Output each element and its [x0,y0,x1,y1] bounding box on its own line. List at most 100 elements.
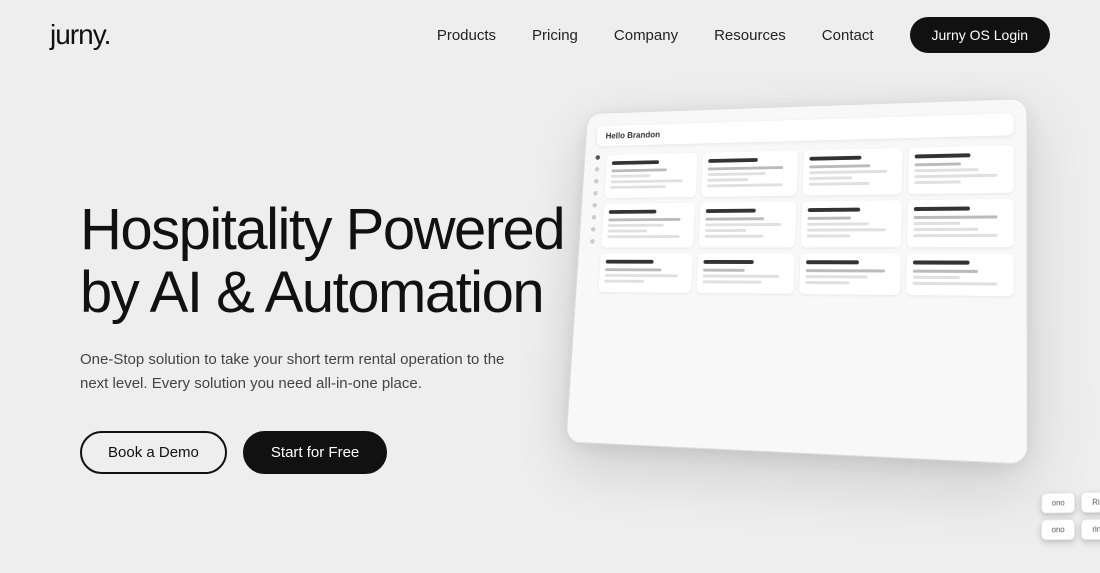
card-line [913,282,997,286]
card-line [806,234,850,237]
card-line [807,222,869,225]
smart-key: ono [1041,519,1075,540]
nav-dot [593,191,598,196]
nav-dot [595,155,600,160]
card-line [808,182,869,186]
nav-pricing[interactable]: Pricing [532,27,578,44]
card-title [612,160,660,165]
card-title [914,206,969,211]
dashboard-card [908,145,1013,194]
nav-contact[interactable]: Contact [822,27,874,44]
card-title [806,260,859,264]
card-line [610,185,666,189]
hero-buttons: Book a Demo Start for Free [80,431,564,474]
smart-key: ono [1041,492,1075,513]
card-line [707,183,782,187]
navigation: Products Pricing Company Resources Conta… [437,17,1050,53]
card-line [805,275,867,278]
dashboard-card [800,200,902,247]
card-line [805,269,885,272]
card-line [914,234,998,237]
dashboard-card [604,153,697,198]
smart-key: Ring [1082,491,1100,513]
hero-title: Hospitality Powered by AI & Automation [80,199,564,324]
book-demo-button[interactable]: Book a Demo [80,431,227,474]
card-line [915,168,979,172]
dashboard-card [799,253,901,295]
card-line [605,274,678,277]
card-line [611,179,683,183]
card-title [703,260,754,264]
start-free-button[interactable]: Start for Free [243,431,387,474]
card-line [807,217,851,220]
hero-subtitle: One-Stop solution to take your short ter… [80,348,530,395]
nav-company[interactable]: Company [614,27,678,44]
dashboard-card [701,150,798,196]
card-line [915,180,961,184]
dashboard-card [698,201,796,247]
nav-products[interactable]: Products [437,27,496,44]
card-line [808,170,887,174]
dashboard-card [907,199,1013,247]
logo[interactable]: jurny. [50,19,110,51]
card-line [703,269,745,272]
smart-key: ring [1082,518,1100,540]
nav-dot [595,167,600,172]
nav-resources[interactable]: Resources [714,27,786,44]
login-button[interactable]: Jurny OS Login [910,17,1051,53]
hero-section: Hospitality Powered by AI & Automation O… [0,70,1100,573]
card-line [915,174,998,178]
card-line [807,228,887,231]
dashboard-header: Hello Brandon [596,113,1013,146]
card-line [913,276,960,279]
card-line [705,229,747,232]
card-title [809,156,861,161]
card-line [705,217,764,220]
card-title [609,210,657,214]
card-line [608,218,680,221]
nav-dot [594,179,599,184]
card-line [611,174,651,178]
card-line [809,164,870,168]
card-line [705,223,781,226]
card-title [706,209,756,213]
card-line [608,224,664,227]
card-line [707,178,749,182]
nav-dot [592,215,597,220]
dashboard-card [599,253,693,293]
dashboard-card [601,203,695,248]
card-line [704,235,763,238]
card-title [915,153,970,158]
smart-keys: ono Ring ono ring [1041,491,1100,540]
card-title [913,260,969,264]
card-title [807,208,860,212]
card-line [608,230,648,233]
card-title [708,158,758,163]
card-line [611,168,667,172]
card-line [607,235,679,238]
nav-dot [590,239,595,244]
card-line [703,274,779,277]
dashboard-card [906,253,1013,296]
card-line [707,172,765,176]
card-line [708,166,783,170]
tablet-mockup: Hello Brandon [566,98,1028,465]
card-line [914,222,960,225]
dashboard-card [802,148,903,196]
hero-text-block: Hospitality Powered by AI & Automation O… [80,199,564,474]
card-line [605,268,661,271]
card-line [702,280,761,283]
device-illustration: Hello Brandon [510,50,1100,570]
card-line [914,228,979,231]
card-line [808,176,852,180]
card-line [913,270,978,273]
nav-dot [591,227,596,232]
header: jurny. Products Pricing Company Resource… [0,0,1100,70]
nav-dot [592,203,597,208]
card-line [914,215,998,219]
card-line [805,281,849,284]
dashboard-card [696,253,794,294]
card-line [915,162,961,166]
card-title [606,260,654,264]
card-line [604,280,644,283]
